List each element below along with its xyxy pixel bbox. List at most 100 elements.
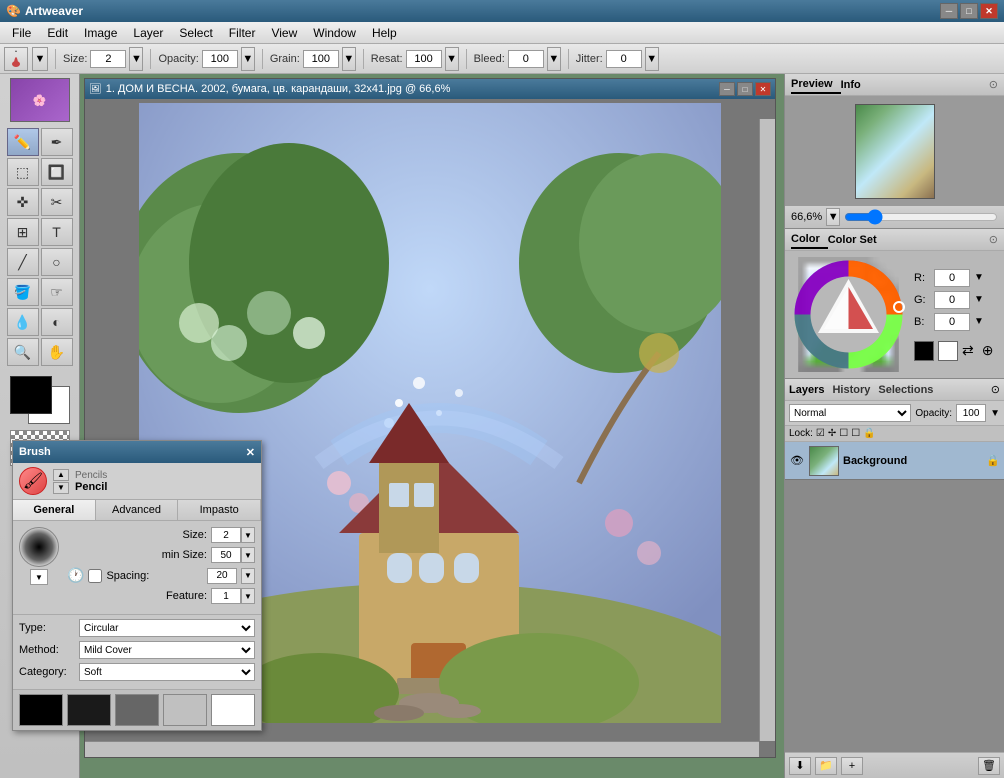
menu-window[interactable]: Window [305, 24, 364, 42]
zoom-tool[interactable]: 🔍 [7, 338, 39, 366]
spacing-param-dropdown[interactable]: ▼ [241, 568, 255, 584]
min-size-param-dropdown[interactable]: ▼ [241, 547, 255, 563]
color-close[interactable]: ⊙ [989, 233, 998, 246]
brush-panel-close-button[interactable]: ✕ [246, 446, 255, 459]
resat-input[interactable] [406, 50, 442, 68]
brush-shape-preview[interactable] [19, 527, 59, 567]
prev-preset-button[interactable]: ▲ [53, 469, 69, 481]
menu-select[interactable]: Select [171, 24, 220, 42]
method-dropdown[interactable]: Mild Cover Full Cover Soft Cover [79, 641, 255, 659]
brush-tab-advanced[interactable]: Advanced [96, 500, 179, 520]
lock-position-icon[interactable]: ✢ [828, 428, 836, 439]
lock-transparency-icon[interactable]: ☑ [816, 428, 825, 439]
zoom-slider[interactable] [844, 210, 998, 224]
color-tab[interactable]: Color [791, 231, 828, 249]
lasso-tool[interactable]: 🔲 [41, 158, 73, 186]
new-group-button[interactable]: 📁 [815, 757, 837, 775]
preview-close[interactable]: ⊙ [989, 78, 998, 91]
brush-tab-impasto[interactable]: Impasto [178, 500, 261, 520]
swap-icon[interactable]: ⇄ [962, 342, 974, 359]
text-tool[interactable]: T [41, 218, 73, 246]
paint-bucket-tool[interactable]: 🪣 [7, 278, 39, 306]
selections-tab[interactable]: Selections [878, 382, 941, 398]
bleed-input[interactable] [508, 50, 544, 68]
size-param-input[interactable] [211, 527, 241, 543]
menu-edit[interactable]: Edit [39, 24, 76, 42]
blend-mode-dropdown[interactable]: Normal Multiply Screen Overlay [789, 404, 911, 422]
opacity-dropdown[interactable]: ▼ [990, 408, 1000, 419]
grain-dropdown[interactable]: ▼ [342, 47, 356, 71]
menu-view[interactable]: View [263, 24, 305, 42]
color-set-tab[interactable]: Color Set [828, 232, 885, 248]
bleed-dropdown[interactable]: ▼ [547, 47, 561, 71]
r-input[interactable] [934, 269, 970, 287]
next-preset-button[interactable]: ▼ [53, 482, 69, 494]
g-dropdown[interactable]: ▼ [974, 294, 984, 305]
history-tab[interactable]: History [832, 382, 878, 398]
layers-close[interactable]: ⊙ [991, 383, 1000, 396]
menu-help[interactable]: Help [364, 24, 405, 42]
b-input[interactable] [934, 313, 970, 331]
brush-select-button[interactable] [4, 47, 28, 71]
feature-param-dropdown[interactable]: ▼ [241, 588, 255, 604]
spacing-checkbox[interactable] [88, 569, 102, 583]
foreground-color[interactable] [10, 376, 52, 414]
grid-tool[interactable]: ⊞ [7, 218, 39, 246]
minimize-button[interactable]: ─ [940, 3, 958, 19]
type-dropdown[interactable]: Circular Rectangular Custom [79, 619, 255, 637]
preview-tab[interactable]: Preview [791, 76, 841, 94]
menu-file[interactable]: File [4, 24, 39, 42]
layer-item[interactable]: 👁 Background 🔒 [785, 442, 1004, 480]
media-swatch[interactable]: 🌸 [10, 78, 70, 122]
rectangle-select-tool[interactable]: ⬚ [7, 158, 39, 186]
smudge-tool[interactable]: ☞ [41, 278, 73, 306]
brush-shape-dropdown[interactable]: ▼ [30, 569, 48, 585]
menu-filter[interactable]: Filter [221, 24, 264, 42]
crop-tool[interactable]: ✂ [41, 188, 73, 216]
size-dropdown[interactable]: ▼ [129, 47, 143, 71]
spacing-param-input[interactable] [207, 568, 237, 584]
delete-layer-button[interactable]: 🗑 [978, 757, 1000, 775]
lock-icon[interactable]: 🔒 [863, 428, 875, 439]
new-swatch-icon[interactable]: ⊕ [982, 342, 994, 359]
layers-tab[interactable]: Layers [789, 382, 832, 398]
jitter-input[interactable] [606, 50, 642, 68]
category-dropdown[interactable]: Soft Hard Medium [79, 663, 255, 681]
opacity-input[interactable] [202, 50, 238, 68]
line-tool[interactable]: ╱ [7, 248, 39, 276]
g-input[interactable] [934, 291, 970, 309]
vertical-scrollbar[interactable] [759, 119, 775, 741]
grain-input[interactable] [303, 50, 339, 68]
horizontal-scrollbar[interactable] [85, 741, 759, 757]
doc-close-button[interactable]: ✕ [755, 82, 771, 96]
b-dropdown[interactable]: ▼ [974, 316, 984, 327]
transform-tool[interactable]: ✜ [7, 188, 39, 216]
eyedropper-tool[interactable]: ✒ [41, 128, 73, 156]
zoom-dropdown-button[interactable]: ▼ [826, 208, 840, 226]
jitter-dropdown[interactable]: ▼ [645, 47, 659, 71]
lock-paint-icon[interactable]: ☐ [839, 428, 848, 439]
doc-max-button[interactable]: □ [737, 82, 753, 96]
move-down-button[interactable]: ⬇ [789, 757, 811, 775]
lock-all-icon[interactable]: ☐ [851, 428, 860, 439]
menu-image[interactable]: Image [76, 24, 125, 42]
maximize-button[interactable]: □ [960, 3, 978, 19]
new-layer-button[interactable]: + [841, 757, 863, 775]
r-dropdown[interactable]: ▼ [974, 272, 984, 283]
brush-tool[interactable]: ✏️ [7, 128, 39, 156]
foreground-swatch[interactable] [914, 341, 934, 361]
size-param-dropdown[interactable]: ▼ [241, 527, 255, 543]
opacity-input[interactable] [956, 404, 986, 422]
opacity-dropdown[interactable]: ▼ [241, 47, 255, 71]
color-wheel-container[interactable] [791, 257, 906, 372]
shape-tool[interactable]: ○ [41, 248, 73, 276]
info-tab[interactable]: Info [841, 77, 869, 93]
brush-tab-general[interactable]: General [13, 500, 96, 520]
doc-min-button[interactable]: ─ [719, 82, 735, 96]
brush-options-button[interactable]: ▼ [32, 47, 48, 71]
background-swatch[interactable] [938, 341, 958, 361]
pan-tool[interactable]: ✋ [41, 338, 73, 366]
close-button[interactable]: ✕ [980, 3, 998, 19]
blend-tool[interactable]: ◐ [41, 308, 73, 336]
min-size-param-input[interactable] [211, 547, 241, 563]
